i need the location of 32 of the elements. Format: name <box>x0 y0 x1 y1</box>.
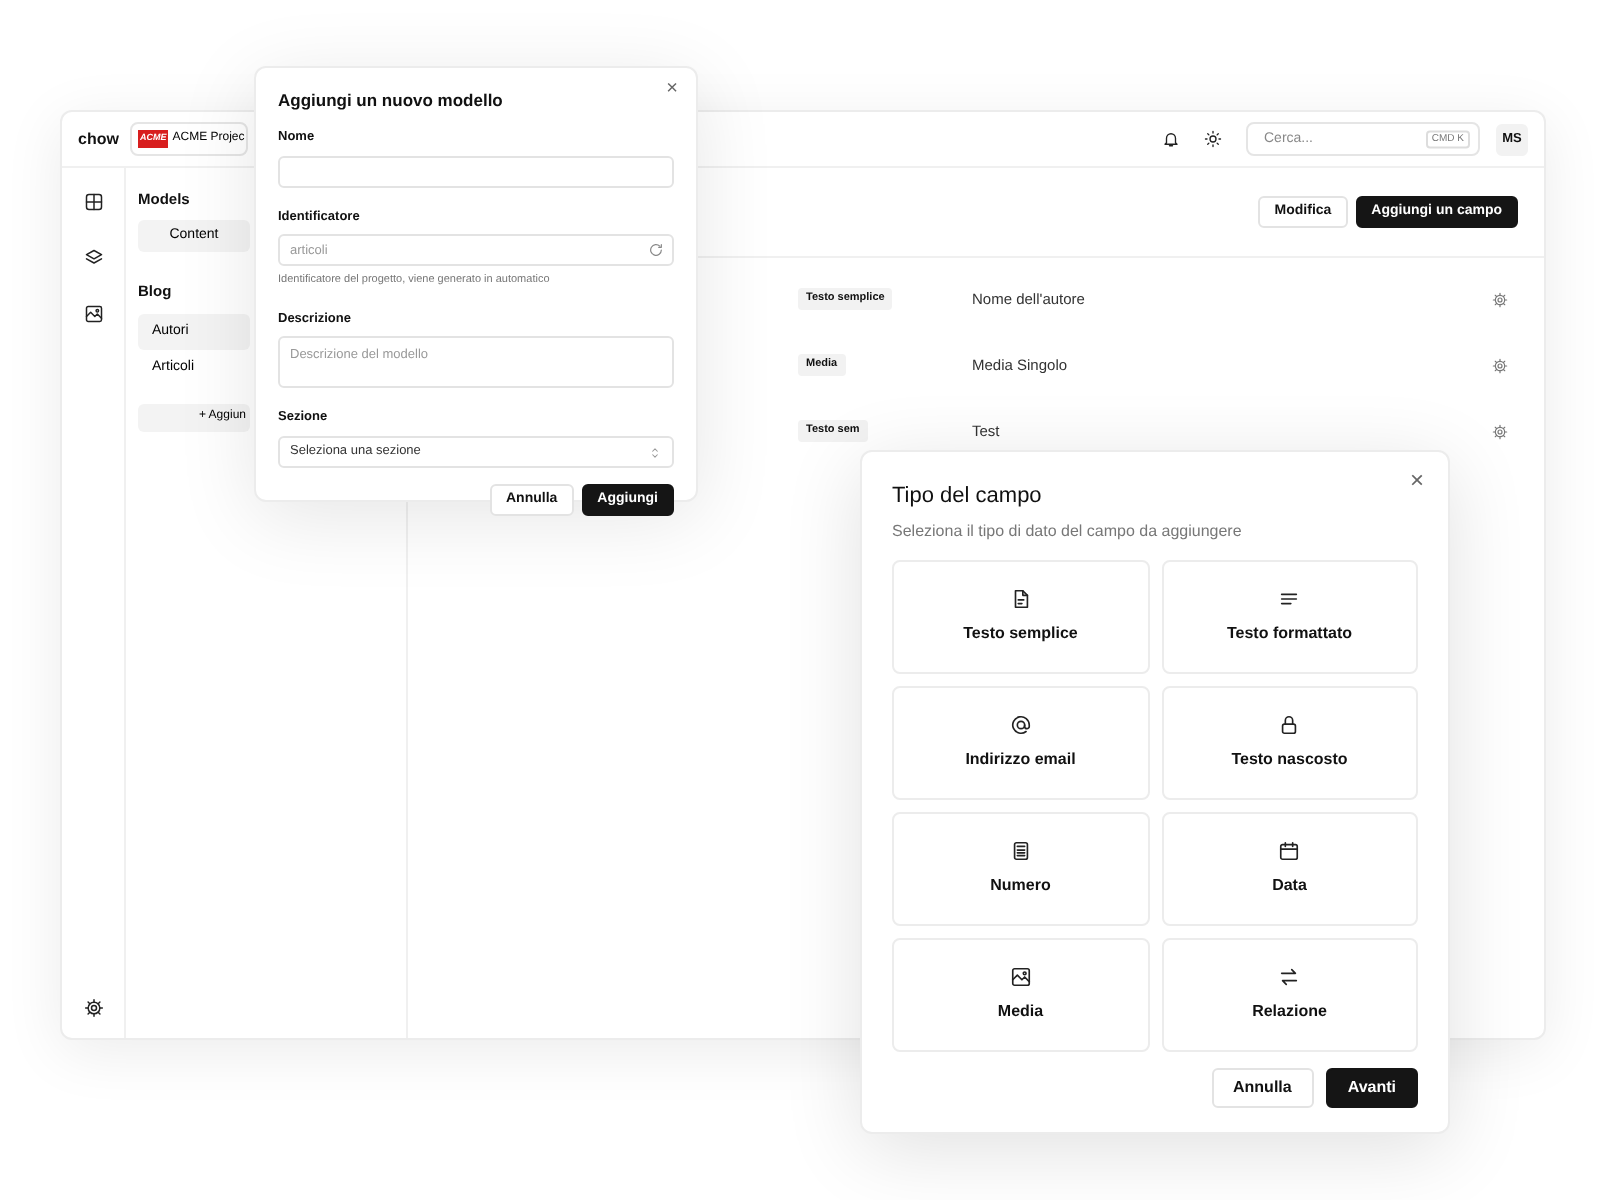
lock-icon <box>1278 713 1301 735</box>
image-icon[interactable] <box>83 304 103 324</box>
dialog-subtitle: Seleziona il tipo di dato del campo da aggiungere <box>892 519 1244 543</box>
calendar-icon <box>1278 839 1301 861</box>
chevron-up-down-icon <box>648 445 662 459</box>
arrows-icon <box>1278 965 1301 987</box>
field-type-option[interactable]: Testo nascosto <box>1161 685 1418 799</box>
dialog-title: Aggiungi un nuovo modello <box>278 88 505 114</box>
field-type-option[interactable]: Numero <box>892 811 1149 925</box>
image-icon <box>1009 965 1032 987</box>
layers-icon[interactable] <box>83 248 103 268</box>
document-icon <box>1009 587 1032 609</box>
field-type-option[interactable]: Testo semplice <box>892 559 1149 673</box>
field-type-option[interactable]: Data <box>1161 811 1418 925</box>
theme-icon[interactable] <box>1204 130 1222 148</box>
field-type-option[interactable]: Relazione <box>1161 937 1418 1051</box>
cancel-button[interactable]: Annulla <box>1211 1067 1314 1107</box>
calculator-icon <box>1009 839 1032 861</box>
brand-logo: chow <box>78 127 118 151</box>
close-button[interactable]: × <box>1409 468 1424 492</box>
grid-icon[interactable] <box>83 192 103 212</box>
name-field[interactable] <box>278 155 674 187</box>
settings-icon[interactable] <box>83 998 103 1018</box>
at-sign-icon <box>1009 713 1032 735</box>
refresh-icon[interactable] <box>648 242 664 259</box>
dialog-title: Tipo del campo <box>892 482 1044 512</box>
next-button[interactable]: Avanti <box>1325 1067 1418 1107</box>
field-type-option[interactable]: Indirizzo email <box>892 685 1149 799</box>
bell-icon[interactable] <box>1162 130 1180 148</box>
field-type-option[interactable]: Media <box>892 937 1149 1051</box>
close-button[interactable]: × <box>666 80 678 100</box>
field-type-option[interactable]: Testo formattato <box>1161 559 1418 673</box>
